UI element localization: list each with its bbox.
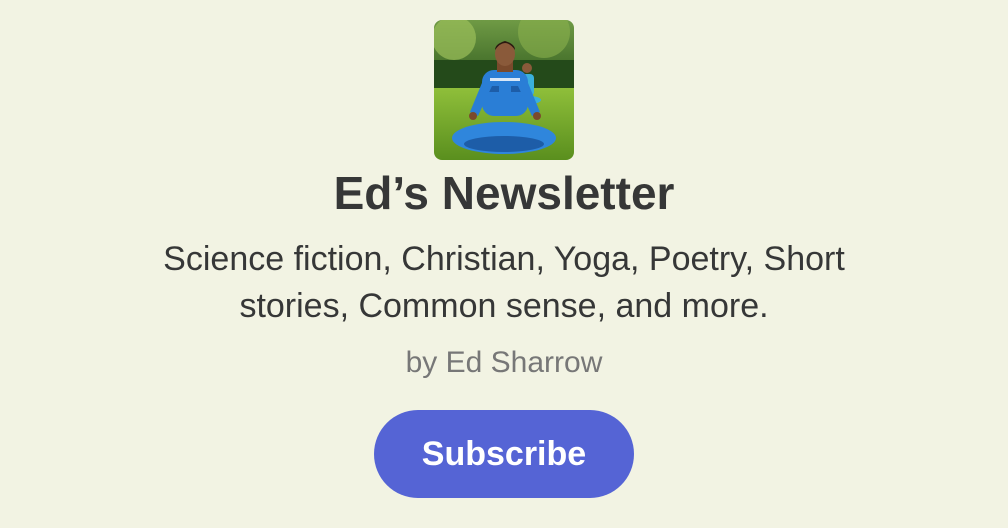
author-byline: by Ed Sharrow (405, 346, 603, 379)
publication-logo (434, 20, 574, 160)
meditating-man-in-blue-uniform-image (434, 20, 574, 160)
publication-title: Ed’s Newsletter (333, 167, 675, 219)
newsletter-landing: Ed’s Newsletter Science fiction, Christi… (0, 0, 1008, 528)
publication-description: Science fiction, Christian, Yoga, Poetry… (163, 240, 845, 325)
subscribe-button[interactable]: Subscribe (374, 410, 634, 498)
